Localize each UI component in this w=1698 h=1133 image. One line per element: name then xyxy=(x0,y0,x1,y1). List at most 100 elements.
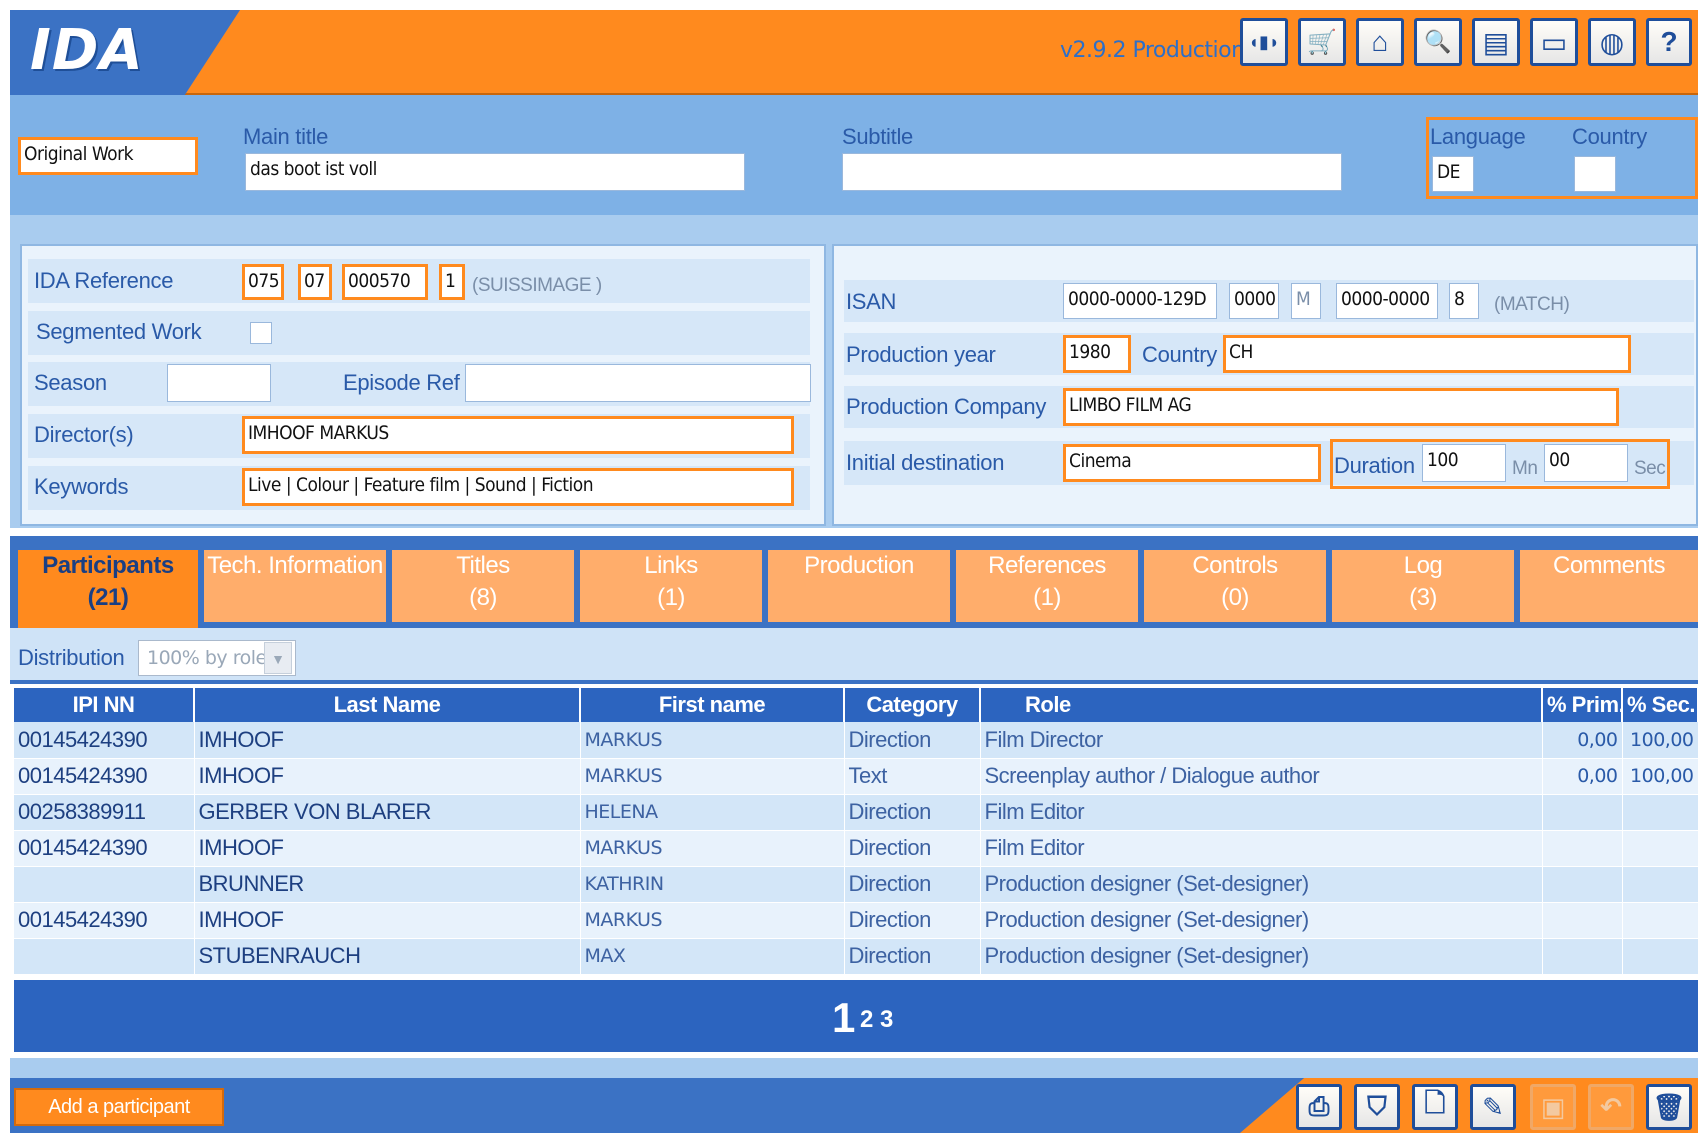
cell-ipi: 00145424390 xyxy=(14,902,195,939)
tab-controls[interactable]: Controls (0) xyxy=(1144,550,1330,622)
isan-part-5[interactable]: 8 xyxy=(1449,283,1479,319)
main-title-input[interactable]: das boot ist voll xyxy=(245,153,745,191)
page-2-link[interactable]: 2 xyxy=(860,1006,873,1034)
ida-reference-label: IDA Reference xyxy=(34,268,174,293)
ida-ref-part-1[interactable]: 075 xyxy=(242,264,284,300)
isan-part-4[interactable]: 0000-0000 xyxy=(1336,283,1438,319)
table-row[interactable]: 00145424390 IMHOOF MARKUS Direction Film… xyxy=(14,830,1698,867)
minutes-unit: Mn xyxy=(1512,458,1538,479)
isan-status: (MATCH) xyxy=(1494,294,1570,315)
search-document-icon[interactable]: 🔍 xyxy=(1414,18,1462,66)
cell-category: Direction xyxy=(844,794,981,831)
document-icon[interactable]: ▤ xyxy=(1472,18,1520,66)
episode-ref-label: Episode Ref xyxy=(343,370,460,395)
ida-ref-part-4[interactable]: 1 xyxy=(439,264,465,300)
initial-destination-input[interactable]: Cinema xyxy=(1063,444,1321,482)
production-company-input[interactable]: LIMBO FILM AG xyxy=(1063,388,1619,426)
page-3-link[interactable]: 3 xyxy=(880,1006,893,1034)
save-icon[interactable]: ▣ xyxy=(1530,1084,1576,1130)
isan-label: ISAN xyxy=(846,289,897,314)
tab-count: (8) xyxy=(469,584,497,611)
directors-input[interactable]: IMHOOF MARKUS xyxy=(242,416,794,454)
document-glyph: ▤ xyxy=(1482,26,1510,58)
add-participant-button[interactable]: Add a participant xyxy=(14,1088,224,1126)
production-country-input[interactable]: CH xyxy=(1223,335,1631,373)
duration-minutes-input[interactable]: 100 xyxy=(1422,444,1506,482)
cell-role: Production designer (Set-designer) xyxy=(980,866,1543,903)
col-last-name[interactable]: Last Name xyxy=(194,688,581,722)
tab-production[interactable]: Production xyxy=(768,550,954,622)
edit-pencil-icon[interactable]: ✎ xyxy=(1470,1084,1516,1130)
episode-ref-input[interactable] xyxy=(465,364,811,402)
ida-window: IDA v2.9.2 Production ◖▮◗ 🛒 ⌂ 🔍 ▤ ▭ ◍ ? … xyxy=(0,0,1698,1133)
cell-percent-prim xyxy=(1542,902,1623,939)
ida-ref-part-3[interactable]: 000570 xyxy=(342,264,428,300)
isan-part-1[interactable]: 0000-0000-129D xyxy=(1063,283,1217,319)
season-input[interactable] xyxy=(167,364,271,402)
table-row[interactable]: STUBENRAUCH MAX Direction Production des… xyxy=(14,938,1698,975)
duration-label: Duration xyxy=(1334,453,1415,478)
trash-icon[interactable]: 🗑 xyxy=(1646,1084,1692,1130)
col-category[interactable]: Category xyxy=(844,688,981,722)
cell-percent-prim xyxy=(1542,938,1623,975)
col-ipi-nn[interactable]: IPI NN xyxy=(14,688,195,722)
tab-participants[interactable]: Participants (21) xyxy=(18,550,202,628)
card-icon[interactable]: ▭ xyxy=(1530,18,1578,66)
table-row[interactable]: 00145424390 IMHOOF MARKUS Text Screenpla… xyxy=(14,758,1698,795)
help-icon[interactable]: ? xyxy=(1646,18,1692,66)
cell-percent-sec xyxy=(1622,902,1698,939)
tab-label: Production xyxy=(804,552,914,579)
trash-glyph: 🗑 xyxy=(1652,1091,1686,1122)
globe-icon[interactable]: ◍ xyxy=(1588,18,1636,66)
cell-last-name: IMHOOF xyxy=(194,902,581,939)
cell-role: Production designer (Set-designer) xyxy=(980,902,1543,939)
chevron-down-icon[interactable]: ▼ xyxy=(264,642,292,674)
language-input[interactable]: DE xyxy=(1432,156,1474,192)
ida-ref-part-2[interactable]: 07 xyxy=(298,264,332,300)
cell-percent-prim: 0,00 xyxy=(1542,722,1623,759)
col-first-name[interactable]: First name xyxy=(580,688,845,722)
cell-ipi: 00145424390 xyxy=(14,758,195,795)
table-row[interactable]: 00145424390 IMHOOF MARKUS Direction Prod… xyxy=(14,902,1698,939)
cell-last-name: GERBER VON BLARER xyxy=(194,794,581,831)
duration-seconds-input[interactable]: 00 xyxy=(1544,444,1628,482)
subtitle-input[interactable] xyxy=(842,153,1342,191)
isan-part-3[interactable]: M xyxy=(1291,283,1321,319)
page-1-current: 1 xyxy=(832,994,856,1041)
table-row[interactable]: 00258389911 GERBER VON BLARER HELENA Dir… xyxy=(14,794,1698,831)
country-input-top[interactable] xyxy=(1574,156,1616,192)
table-row[interactable]: BRUNNER KATHRIN Direction Production des… xyxy=(14,866,1698,903)
country-label-top: Country xyxy=(1572,124,1647,149)
tab-label: Comments xyxy=(1552,552,1666,579)
work-type-field[interactable]: Original Work xyxy=(18,137,198,175)
cell-ipi xyxy=(14,938,195,975)
basket-icon[interactable]: ⛉ xyxy=(1354,1084,1400,1130)
tab-count: (3) xyxy=(1409,584,1437,611)
col-role[interactable]: Role xyxy=(980,688,1543,722)
language-label: Language xyxy=(1430,124,1526,149)
keywords-input[interactable]: Live | Colour | Feature film | Sound | F… xyxy=(242,468,794,506)
tab-titles[interactable]: Titles (8) xyxy=(392,550,578,622)
tab-tech-information[interactable]: Tech. Information xyxy=(204,550,390,622)
cell-last-name: IMHOOF xyxy=(194,722,581,759)
cell-first-name: MARKUS xyxy=(580,758,845,795)
col-percent-prim[interactable]: % Prim. xyxy=(1542,688,1623,722)
home-icon[interactable]: ⌂ xyxy=(1356,18,1404,66)
film-icon[interactable]: ◖▮◗ xyxy=(1240,18,1288,66)
ida-ref-society: (SUISSIMAGE ) xyxy=(472,275,602,296)
undo-icon[interactable]: ↶ xyxy=(1588,1084,1634,1130)
tab-references[interactable]: References (1) xyxy=(956,550,1142,622)
title-band-divider xyxy=(10,215,1698,233)
print-icon[interactable]: ⎙ xyxy=(1296,1084,1342,1130)
distribution-label: Distribution xyxy=(18,645,125,670)
table-row[interactable]: 00145424390 IMHOOF MARKUS Direction Film… xyxy=(14,722,1698,759)
cart-icon[interactable]: 🛒 xyxy=(1298,18,1346,66)
isan-part-2[interactable]: 0000 xyxy=(1229,283,1279,319)
tab-links[interactable]: Links (1) xyxy=(580,550,766,622)
tab-comments[interactable]: Comments xyxy=(1520,550,1698,622)
col-percent-sec[interactable]: % Sec. xyxy=(1622,688,1698,722)
production-year-input[interactable]: 1980 xyxy=(1063,335,1131,373)
segmented-work-checkbox[interactable] xyxy=(250,322,272,344)
tab-log[interactable]: Log (3) xyxy=(1332,550,1518,622)
new-document-icon[interactable]: 🗋 xyxy=(1412,1084,1458,1130)
